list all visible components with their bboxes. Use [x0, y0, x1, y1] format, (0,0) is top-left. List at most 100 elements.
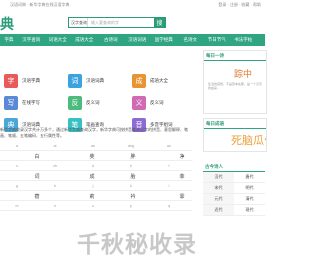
pinyin-row: m n o p q [0, 201, 192, 211]
char-link[interactable]: 胎 [128, 173, 138, 180]
tool-label: 反义词 [150, 100, 164, 105]
nav-item[interactable]: 汉字查询 [18, 34, 45, 46]
pinyin-link[interactable]: f [164, 164, 174, 168]
poets-row: 近代 现代 [203, 205, 265, 216]
pinyin-row: c ch d e f [0, 161, 192, 171]
synonym-icon: 义 [132, 96, 146, 110]
pinyin-link[interactable]: ch [50, 164, 60, 168]
nav-item[interactable]: 书法字帖 [230, 34, 257, 46]
pinyin-link[interactable]: an [88, 144, 98, 148]
antonym-icon: 反 [68, 96, 82, 110]
tool-item[interactable]: 义反义词 [132, 94, 192, 112]
pinyin-row: a ai an ang ao [0, 141, 192, 151]
site-logo[interactable]: 典 [0, 14, 14, 34]
pinyin-link[interactable]: ao [164, 144, 174, 148]
pinyin-link[interactable]: ang [126, 144, 136, 148]
poet-era[interactable]: 唐代 [234, 172, 265, 182]
char-link[interactable]: 奘 [87, 153, 97, 160]
poet-era[interactable]: 元代 [203, 194, 234, 204]
top-bar-links[interactable]: 登录 · 注册 · 收藏 · 帮助 [218, 0, 261, 10]
dictionary-icon: 字 [4, 74, 18, 88]
nav-item[interactable]: 名诗文 [177, 34, 204, 46]
char-link[interactable]: 霏 [177, 193, 187, 200]
panel-title: 每日一诗 [204, 51, 266, 61]
char-row: 白 奘 胖 净 [0, 151, 192, 161]
char-link[interactable]: 蓿 [32, 193, 42, 200]
daily-poem-panel: 每日一诗 踪中 生活的思想，不是原本在那，是一个汉字的由来... [203, 50, 267, 114]
words-icon: 词 [68, 74, 82, 88]
pinyin-link[interactable]: p [126, 204, 136, 208]
pinyin-row: g h j k l [0, 181, 192, 191]
char-link[interactable]: 净 [177, 153, 187, 160]
panel-title: 古今诗人 [203, 162, 265, 172]
top-bar: 汉语词典 · 新华字典在线汉语字典 登录 · 注册 · 收藏 · 帮助 [0, 0, 265, 10]
daily-idiom-panel: 每日成语 死脑瓜骨 [203, 118, 267, 152]
tool-item[interactable]: 成成语大全 [132, 72, 192, 90]
char-link[interactable]: 白 [32, 153, 42, 160]
search-bar: 汉字查询 输入要查询的字 搜 [68, 17, 166, 28]
pinyin-link[interactable]: j [88, 184, 98, 188]
tool-item[interactable]: 写在线字写 [4, 94, 64, 112]
idiom-icon: 成 [132, 74, 146, 88]
poet-era[interactable]: 近代 [203, 205, 234, 215]
tool-label: 反义词 [86, 100, 100, 105]
daily-idiom[interactable]: 死脑瓜骨 [231, 132, 266, 148]
poets-row: 宋代 明代 [203, 183, 265, 194]
char-link[interactable]: 成 [87, 173, 97, 180]
poet-era[interactable]: 清代 [234, 194, 265, 204]
char-row: 蓿 莉 衿 霏 [0, 191, 192, 201]
tool-item[interactable]: 反反义词 [68, 94, 128, 112]
poet-era[interactable]: 宋代 [203, 183, 234, 193]
pinyin-link[interactable]: q [164, 204, 174, 208]
poets-panel: 古今诗人 汉代 唐代 宋代 明代 元代 清代 近代 现代 [203, 162, 265, 216]
pinyin-link[interactable]: k [126, 184, 136, 188]
pinyin-link[interactable]: n [50, 204, 60, 208]
search-icon: 搜 [156, 21, 163, 27]
tool-item[interactable]: 词汉语词典 [68, 72, 128, 90]
char-link[interactable]: 莉 [87, 193, 97, 200]
search-button[interactable]: 搜 [154, 18, 165, 27]
pinyin-link[interactable]: m [12, 204, 22, 208]
tool-label: 汉语字典 [22, 78, 40, 83]
panel-title: 每日成语 [204, 119, 266, 129]
pinyin-link[interactable]: ai [50, 144, 60, 148]
nav-item[interactable]: 字典 [0, 34, 18, 46]
char-link[interactable]: 词 [32, 173, 42, 180]
poet-era[interactable]: 现代 [234, 205, 265, 215]
pinyin-link[interactable]: d [88, 164, 98, 168]
pinyin-index: a ai an ang ao 白 奘 胖 净 c ch d e f 词 成 胎 … [0, 141, 192, 211]
nav-item[interactable]: 古诗词 [98, 34, 125, 46]
pinyin-link[interactable]: e [126, 164, 136, 168]
tool-item[interactable]: 字汉语字典 [4, 72, 64, 90]
nav-item[interactable]: 节日节气 [204, 34, 231, 46]
pinyin-link[interactable]: g [12, 184, 22, 188]
main-nav: 字典 汉字查询 词语大全 成语大全 古诗词 汉语词语 国学经典 名诗文 节日节气… [0, 34, 265, 46]
poets-row: 汉代 唐代 [203, 172, 265, 183]
nav-item[interactable]: 成语大全 [71, 34, 98, 46]
poet-era[interactable]: 汉代 [203, 172, 234, 182]
intro-text: 新华字典收录汉字共计万多个，通过新华字典查询汉字，新华字典可按拼音查询汉字的拼音… [0, 127, 188, 138]
tool-label: 成语大全 [150, 78, 168, 83]
pinyin-link[interactable]: l [164, 184, 174, 188]
tool-label: 汉语词典 [86, 78, 104, 83]
search-input[interactable]: 输入要查询的字 [88, 20, 154, 26]
char-link[interactable]: 菲 [177, 173, 187, 180]
nav-item[interactable]: 汉语词语 [124, 34, 151, 46]
header: 典 汉字查询 输入要查询的字 搜 [0, 10, 265, 34]
nav-item[interactable]: 国学经典 [151, 34, 178, 46]
poet-era[interactable]: 明代 [234, 183, 265, 193]
daily-char[interactable]: 踪中 [234, 67, 266, 80]
pinyin-link[interactable]: o [88, 204, 98, 208]
char-link[interactable]: 衿 [128, 193, 138, 200]
pinyin-link[interactable]: c [12, 164, 22, 168]
daily-text: 生活的思想，不是原本在那，是一个汉字的由来... [208, 82, 263, 90]
nav-item[interactable]: 词语大全 [45, 34, 72, 46]
poets-table: 汉代 唐代 宋代 明代 元代 清代 近代 现代 [203, 172, 265, 216]
pinyin-link[interactable]: h [50, 184, 60, 188]
pinyin-link[interactable]: a [12, 144, 22, 148]
char-row: 词 成 胎 菲 [0, 171, 192, 181]
tool-label: 在线字写 [22, 100, 40, 105]
search-type-select[interactable]: 汉字查询 [69, 18, 88, 27]
top-bar-tagline: 汉语词典 · 新华字典在线汉语字典 [10, 2, 70, 7]
char-link[interactable]: 胖 [128, 153, 138, 160]
